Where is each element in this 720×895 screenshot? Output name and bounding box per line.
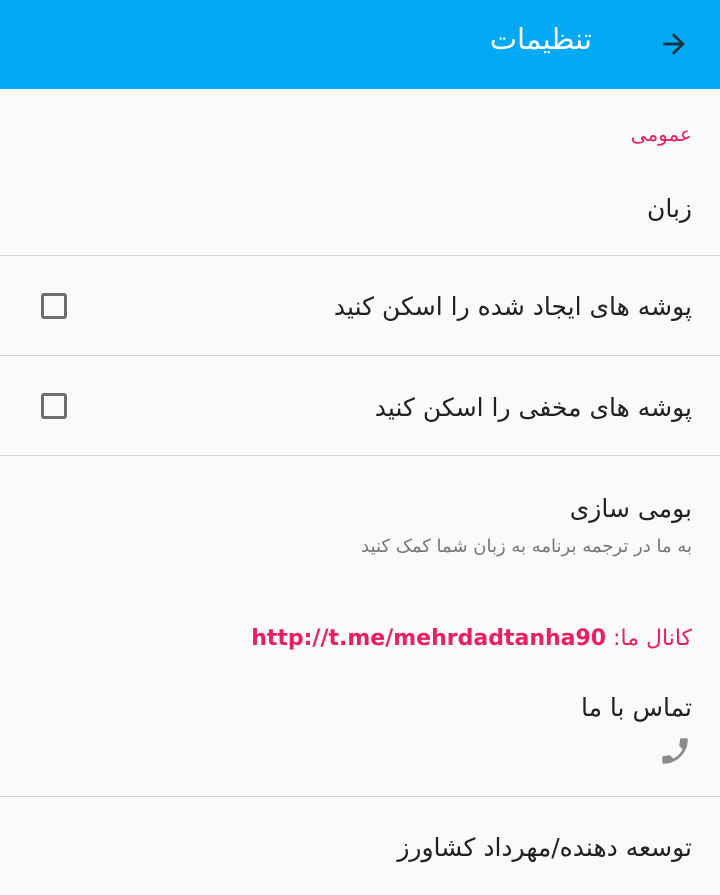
scan-hidden-folders-title[interactable]: پوشه های مخفی را اسکن کنید xyxy=(375,393,692,422)
section-header-general: عمومی xyxy=(630,122,692,146)
divider xyxy=(0,355,720,356)
scan-created-folders-title[interactable]: پوشه های ایجاد شده را اسکن کنید xyxy=(334,292,692,321)
phone-icon xyxy=(662,738,688,764)
localization-summary: به ما در ترجمه برنامه به زبان شما کمک کن… xyxy=(361,536,692,557)
divider xyxy=(0,796,720,797)
contact-us-title[interactable]: تماس با ما xyxy=(581,693,692,722)
page-title: تنظیمات xyxy=(489,22,592,56)
channel-link[interactable]: http://t.me/mehrdadtanha90 xyxy=(251,626,606,651)
divider xyxy=(0,255,720,256)
localization-title[interactable]: بومی سازی xyxy=(570,494,692,523)
app-bar: تنظیمات xyxy=(0,0,720,89)
channel-label: کانال ما: xyxy=(613,626,692,651)
scan-hidden-folders-checkbox[interactable] xyxy=(41,393,67,419)
channel-row[interactable]: کانال ما: http://t.me/mehrdadtanha90 xyxy=(251,626,692,651)
language-preference[interactable]: زبان xyxy=(647,194,692,223)
divider xyxy=(0,455,720,456)
back-button[interactable] xyxy=(652,22,696,66)
arrow-forward-icon xyxy=(663,33,685,55)
developer-title[interactable]: توسعه دهنده/مهرداد کشاورز xyxy=(397,833,692,862)
scan-created-folders-checkbox[interactable] xyxy=(41,293,67,319)
